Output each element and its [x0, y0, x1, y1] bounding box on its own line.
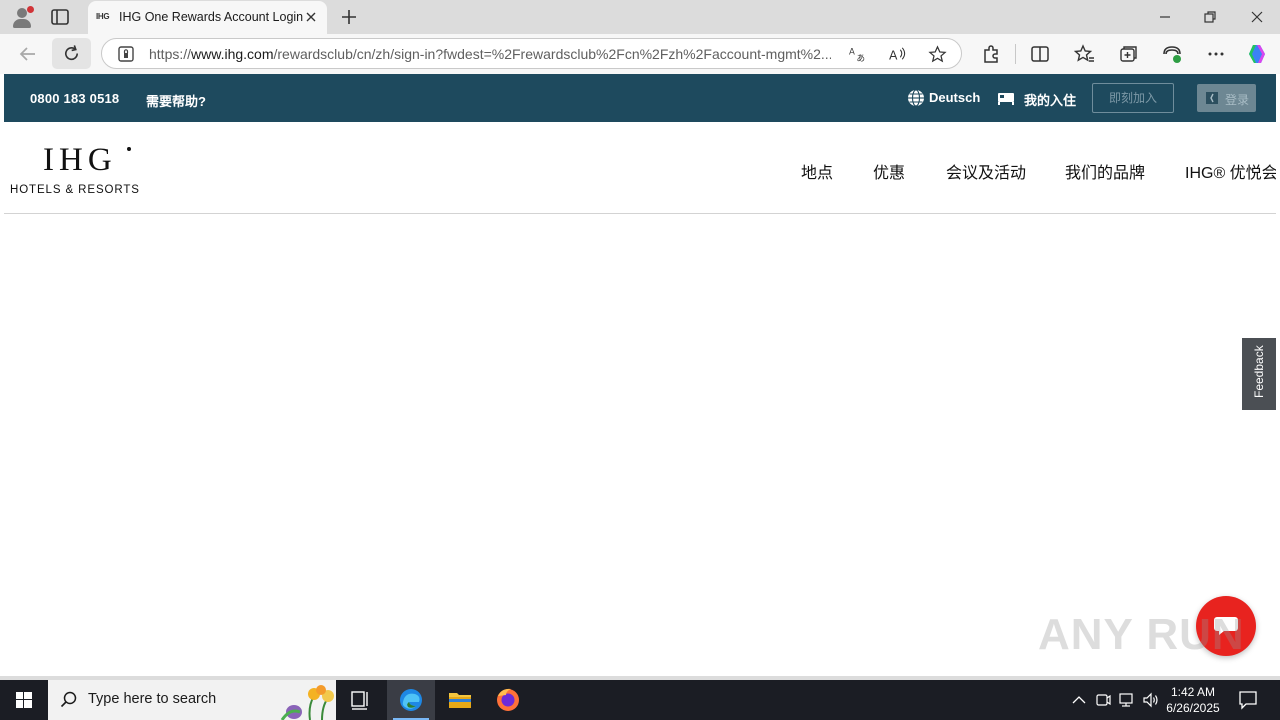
- sign-in-icon: [1206, 92, 1218, 104]
- phone-number-link[interactable]: 0800 183 0518: [30, 91, 119, 106]
- site-info-icon[interactable]: [117, 45, 135, 63]
- extensions-puzzle-icon[interactable]: [979, 42, 1003, 66]
- taskbar-search-box[interactable]: Type here to search: [48, 680, 336, 720]
- logo-wordmark: IHG: [43, 142, 117, 178]
- settings-more-icon[interactable]: [1204, 42, 1228, 66]
- address-bar[interactable]: https://www.ihg.com/rewardsclub/cn/zh/si…: [101, 38, 962, 69]
- read-aloud-icon[interactable]: A: [888, 45, 907, 64]
- search-placeholder: Type here to search: [88, 691, 217, 707]
- file-explorer-icon[interactable]: [436, 680, 484, 720]
- firefox-icon[interactable]: [484, 680, 532, 720]
- task-view-icon[interactable]: [336, 680, 384, 720]
- nav-item-offers[interactable]: 优惠: [873, 159, 905, 183]
- browser-toolbar: https://www.ihg.com/rewardsclub/cn/zh/si…: [0, 34, 1280, 74]
- clock-date: 6/26/2025: [1166, 701, 1220, 715]
- profile-avatar-icon[interactable]: [10, 5, 34, 29]
- bed-icon[interactable]: [997, 91, 1015, 105]
- browser-tab-active[interactable]: IHG IHG One Rewards Account Login: [88, 1, 327, 34]
- nav-item-locations[interactable]: 地点: [801, 159, 833, 183]
- windows-taskbar: Type here to search 1:42 AM 6/26/2025: [0, 680, 1280, 720]
- network-icon[interactable]: [1117, 690, 1137, 710]
- copilot-icon[interactable]: [1245, 42, 1269, 66]
- volume-icon[interactable]: [1141, 690, 1161, 710]
- edge-icon: [400, 689, 422, 711]
- restore-icon[interactable]: [1200, 7, 1220, 27]
- windows-start-icon[interactable]: [0, 680, 48, 720]
- collections-icon[interactable]: [1116, 42, 1140, 66]
- anyrun-watermark: ANY RUN: [1038, 610, 1245, 659]
- browser-essentials-icon[interactable]: [1160, 42, 1184, 66]
- language-selector[interactable]: Deutsch: [929, 90, 980, 105]
- translate-icon[interactable]: A あ: [848, 45, 867, 65]
- nav-item-our-brands[interactable]: 我们的品牌: [1065, 159, 1145, 183]
- clock-time: 1:42 AM: [1170, 685, 1216, 699]
- tray-chevron-up-icon[interactable]: [1069, 690, 1089, 710]
- favorites-icon[interactable]: [1072, 42, 1096, 66]
- search-icon: [60, 691, 77, 708]
- back-arrow-icon[interactable]: [16, 42, 40, 66]
- favorite-star-icon[interactable]: [928, 45, 947, 64]
- utility-bar: 0800 183 0518 需要帮助? Deutsch 我的入住 即刻加入 登录: [4, 74, 1276, 122]
- reload-button[interactable]: [52, 38, 91, 69]
- reload-icon: [65, 45, 79, 61]
- main-navigation: IHG HOTELS & RESORTS 地点 优惠 会议及活动 我们的品牌 I…: [4, 122, 1276, 214]
- search-highlight-flowers-icon: [280, 685, 334, 720]
- ihg-favicon-icon: IHG: [96, 12, 110, 21]
- close-window-icon[interactable]: [1247, 7, 1267, 27]
- nav-item-ihg-one-rewards[interactable]: IHG® 优悦会: [1185, 159, 1276, 183]
- minimize-icon[interactable]: [1155, 7, 1175, 27]
- svg-text:あ: あ: [857, 53, 866, 64]
- my-stays-link[interactable]: 我的入住: [1024, 90, 1076, 109]
- browser-tab-strip: IHG IHG One Rewards Account Login: [0, 0, 1280, 34]
- close-tab-icon[interactable]: [303, 9, 319, 25]
- meet-now-icon[interactable]: [1093, 690, 1113, 710]
- svg-text:A: A: [849, 48, 855, 58]
- feedback-label: Feedback: [1252, 345, 1266, 398]
- feedback-tab[interactable]: Feedback: [1242, 338, 1276, 410]
- web-page-viewport: 0800 183 0518 需要帮助? Deutsch 我的入住 即刻加入 登录: [4, 74, 1276, 676]
- new-tab-icon[interactable]: [339, 7, 359, 27]
- edge-taskbar-button[interactable]: [387, 680, 435, 720]
- tab-actions-icon[interactable]: [50, 8, 70, 26]
- help-link[interactable]: 需要帮助?: [146, 91, 206, 110]
- svg-text:A: A: [889, 48, 898, 62]
- sign-in-label: 登录: [1225, 93, 1250, 107]
- tab-title: IHG One Rewards Account Login: [119, 10, 304, 24]
- join-now-button[interactable]: 即刻加入: [1092, 83, 1174, 113]
- logo-subtitle: HOTELS & RESORTS: [10, 184, 140, 196]
- logo-dot: [127, 147, 131, 151]
- taskbar-clock[interactable]: 1:42 AM 6/26/2025: [1160, 684, 1226, 716]
- split-screen-icon[interactable]: [1028, 42, 1052, 66]
- sign-in-button[interactable]: 登录: [1197, 84, 1256, 112]
- toolbar-separator: [1015, 44, 1016, 64]
- nav-item-meetings-events[interactable]: 会议及活动: [946, 159, 1026, 183]
- ihg-logo[interactable]: IHG HOTELS & RESORTS: [10, 142, 160, 198]
- notifications-icon[interactable]: [1237, 689, 1259, 711]
- url-text: https://www.ihg.com/rewardsclub/cn/zh/si…: [149, 46, 831, 62]
- globe-icon[interactable]: [907, 89, 925, 107]
